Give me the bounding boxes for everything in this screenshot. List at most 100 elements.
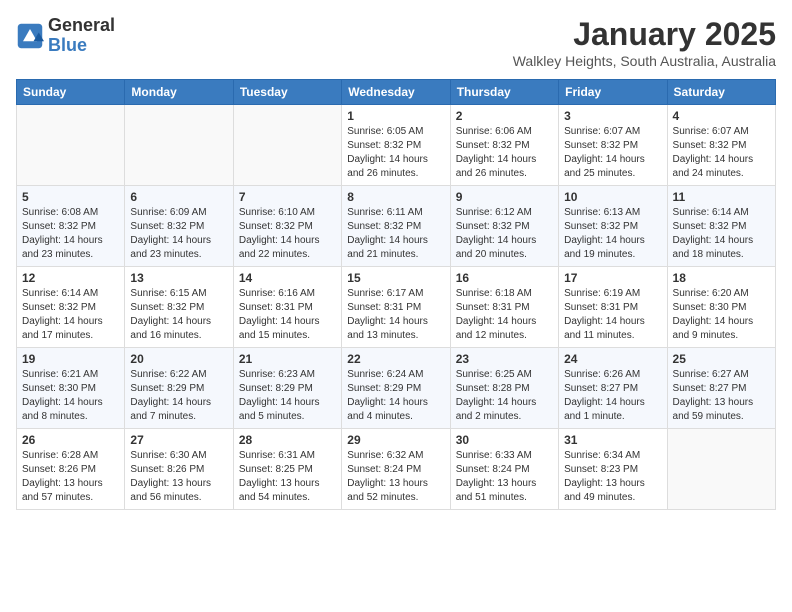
day-number: 10 bbox=[564, 190, 661, 204]
weekday-header: Thursday bbox=[450, 80, 558, 105]
day-info: Sunrise: 6:06 AMSunset: 8:32 PMDaylight:… bbox=[456, 125, 553, 181]
calendar-cell: 6Sunrise: 6:09 AMSunset: 8:32 PMDaylight… bbox=[125, 186, 233, 267]
day-info: Sunrise: 6:21 AMSunset: 8:30 PMDaylight:… bbox=[22, 368, 119, 424]
weekday-header: Tuesday bbox=[233, 80, 341, 105]
day-number: 4 bbox=[673, 109, 770, 123]
day-info: Sunrise: 6:30 AMSunset: 8:26 PMDaylight:… bbox=[130, 449, 227, 505]
calendar-cell: 16 Sunrise: 6:18 AMSunset: 8:31 PMDayligh… bbox=[450, 267, 558, 348]
day-number: 27 bbox=[130, 433, 227, 447]
day-number: 25 bbox=[673, 352, 770, 366]
day-info: Sunrise: 6:16 AMSunset: 8:31 PMDaylight:… bbox=[239, 287, 336, 343]
calendar-cell: 11Sunrise: 6:14 AMSunset: 8:32 PMDayligh… bbox=[667, 186, 775, 267]
calendar-cell bbox=[233, 105, 341, 186]
day-info: Sunrise: 6:28 AMSunset: 8:26 PMDaylight:… bbox=[22, 449, 119, 505]
weekday-header: Monday bbox=[125, 80, 233, 105]
calendar-cell: 18 Sunrise: 6:20 AMSunset: 8:30 PMDayligh… bbox=[667, 267, 775, 348]
calendar-cell: 22Sunrise: 6:24 AMSunset: 8:29 PMDayligh… bbox=[342, 348, 450, 429]
calendar-cell: 13 Sunrise: 6:15 AMSunset: 8:32 PMDayligh… bbox=[125, 267, 233, 348]
day-info: Sunrise: 6:26 AMSunset: 8:27 PMDaylight:… bbox=[564, 368, 661, 424]
day-number: 20 bbox=[130, 352, 227, 366]
day-number: 24 bbox=[564, 352, 661, 366]
calendar-cell: 14 Sunrise: 6:16 AMSunset: 8:31 PMDayligh… bbox=[233, 267, 341, 348]
calendar-cell: 24 Sunrise: 6:26 AMSunset: 8:27 PMDayligh… bbox=[559, 348, 667, 429]
day-number: 19 bbox=[22, 352, 119, 366]
calendar-cell: 23 Sunrise: 6:25 AMSunset: 8:28 PMDayligh… bbox=[450, 348, 558, 429]
calendar-cell: 27 Sunrise: 6:30 AMSunset: 8:26 PMDayligh… bbox=[125, 429, 233, 510]
calendar-cell bbox=[17, 105, 125, 186]
day-number: 3 bbox=[564, 109, 661, 123]
day-number: 11 bbox=[673, 190, 770, 204]
logo-general: General bbox=[48, 16, 115, 36]
calendar-cell: 7 Sunrise: 6:10 AMSunset: 8:32 PMDaylight… bbox=[233, 186, 341, 267]
day-number: 17 bbox=[564, 271, 661, 285]
day-info: Sunrise: 6:27 AMSunset: 8:27 PMDaylight:… bbox=[673, 368, 770, 424]
calendar-cell: 30 Sunrise: 6:33 AMSunset: 8:24 PMDayligh… bbox=[450, 429, 558, 510]
day-info: Sunrise: 6:09 AMSunset: 8:32 PMDaylight:… bbox=[130, 206, 227, 262]
day-info: Sunrise: 6:19 AMSunset: 8:31 PMDaylight:… bbox=[564, 287, 661, 343]
day-info: Sunrise: 6:15 AMSunset: 8:32 PMDaylight:… bbox=[130, 287, 227, 343]
calendar-cell: 10Sunrise: 6:13 AMSunset: 8:32 PMDayligh… bbox=[559, 186, 667, 267]
day-info: Sunrise: 6:11 AMSunset: 8:32 PMDaylight:… bbox=[347, 206, 444, 262]
day-info: Sunrise: 6:18 AMSunset: 8:31 PMDaylight:… bbox=[456, 287, 553, 343]
day-info: Sunrise: 6:34 AMSunset: 8:23 PMDaylight:… bbox=[564, 449, 661, 505]
logo: General Blue bbox=[16, 16, 115, 56]
day-info: Sunrise: 6:33 AMSunset: 8:24 PMDaylight:… bbox=[456, 449, 553, 505]
calendar-cell: 17 Sunrise: 6:19 AMSunset: 8:31 PMDayligh… bbox=[559, 267, 667, 348]
day-number: 22 bbox=[347, 352, 444, 366]
day-info: Sunrise: 6:23 AMSunset: 8:29 PMDaylight:… bbox=[239, 368, 336, 424]
weekday-header-row: SundayMondayTuesdayWednesdayThursdayFrid… bbox=[17, 80, 776, 105]
weekday-header: Wednesday bbox=[342, 80, 450, 105]
calendar-week-row: 5 Sunrise: 6:08 AMSunset: 8:32 PMDaylight… bbox=[17, 186, 776, 267]
page-header: General Blue January 2025 Walkley Height… bbox=[16, 16, 776, 69]
day-number: 12 bbox=[22, 271, 119, 285]
day-number: 30 bbox=[456, 433, 553, 447]
weekday-header: Friday bbox=[559, 80, 667, 105]
calendar-cell: 25 Sunrise: 6:27 AMSunset: 8:27 PMDayligh… bbox=[667, 348, 775, 429]
calendar-cell: 31Sunrise: 6:34 AMSunset: 8:23 PMDayligh… bbox=[559, 429, 667, 510]
title-block: January 2025 Walkley Heights, South Aust… bbox=[513, 16, 776, 69]
calendar-table: SundayMondayTuesdayWednesdayThursdayFrid… bbox=[16, 79, 776, 510]
day-number: 7 bbox=[239, 190, 336, 204]
calendar-cell: 28 Sunrise: 6:31 AMSunset: 8:25 PMDayligh… bbox=[233, 429, 341, 510]
day-number: 1 bbox=[347, 109, 444, 123]
day-info: Sunrise: 6:31 AMSunset: 8:25 PMDaylight:… bbox=[239, 449, 336, 505]
calendar-cell: 3 Sunrise: 6:07 AMSunset: 8:32 PMDaylight… bbox=[559, 105, 667, 186]
day-info: Sunrise: 6:20 AMSunset: 8:30 PMDaylight:… bbox=[673, 287, 770, 343]
weekday-header: Sunday bbox=[17, 80, 125, 105]
day-info: Sunrise: 6:05 AMSunset: 8:32 PMDaylight:… bbox=[347, 125, 444, 181]
day-number: 15 bbox=[347, 271, 444, 285]
day-number: 29 bbox=[347, 433, 444, 447]
calendar-cell: 26Sunrise: 6:28 AMSunset: 8:26 PMDayligh… bbox=[17, 429, 125, 510]
day-number: 14 bbox=[239, 271, 336, 285]
day-info: Sunrise: 6:25 AMSunset: 8:28 PMDaylight:… bbox=[456, 368, 553, 424]
day-number: 18 bbox=[673, 271, 770, 285]
calendar-cell: 1 Sunrise: 6:05 AMSunset: 8:32 PMDaylight… bbox=[342, 105, 450, 186]
day-info: Sunrise: 6:12 AMSunset: 8:32 PMDaylight:… bbox=[456, 206, 553, 262]
calendar-cell: 15Sunrise: 6:17 AMSunset: 8:31 PMDayligh… bbox=[342, 267, 450, 348]
day-info: Sunrise: 6:22 AMSunset: 8:29 PMDaylight:… bbox=[130, 368, 227, 424]
day-number: 16 bbox=[456, 271, 553, 285]
calendar-cell: 12Sunrise: 6:14 AMSunset: 8:32 PMDayligh… bbox=[17, 267, 125, 348]
day-info: Sunrise: 6:32 AMSunset: 8:24 PMDaylight:… bbox=[347, 449, 444, 505]
calendar-cell bbox=[667, 429, 775, 510]
calendar-cell bbox=[125, 105, 233, 186]
calendar-cell: 19 Sunrise: 6:21 AMSunset: 8:30 PMDayligh… bbox=[17, 348, 125, 429]
day-number: 13 bbox=[130, 271, 227, 285]
logo-text: General Blue bbox=[48, 16, 115, 56]
day-number: 5 bbox=[22, 190, 119, 204]
calendar-cell: 5 Sunrise: 6:08 AMSunset: 8:32 PMDaylight… bbox=[17, 186, 125, 267]
day-info: Sunrise: 6:07 AMSunset: 8:32 PMDaylight:… bbox=[673, 125, 770, 181]
calendar-cell: 29 Sunrise: 6:32 AMSunset: 8:24 PMDayligh… bbox=[342, 429, 450, 510]
calendar-week-row: 26Sunrise: 6:28 AMSunset: 8:26 PMDayligh… bbox=[17, 429, 776, 510]
calendar-cell: 9 Sunrise: 6:12 AMSunset: 8:32 PMDaylight… bbox=[450, 186, 558, 267]
day-info: Sunrise: 6:08 AMSunset: 8:32 PMDaylight:… bbox=[22, 206, 119, 262]
calendar-week-row: 1 Sunrise: 6:05 AMSunset: 8:32 PMDaylight… bbox=[17, 105, 776, 186]
calendar-week-row: 19 Sunrise: 6:21 AMSunset: 8:30 PMDayligh… bbox=[17, 348, 776, 429]
day-info: Sunrise: 6:10 AMSunset: 8:32 PMDaylight:… bbox=[239, 206, 336, 262]
weekday-header: Saturday bbox=[667, 80, 775, 105]
day-number: 28 bbox=[239, 433, 336, 447]
logo-blue: Blue bbox=[48, 36, 115, 56]
day-info: Sunrise: 6:07 AMSunset: 8:32 PMDaylight:… bbox=[564, 125, 661, 181]
day-number: 9 bbox=[456, 190, 553, 204]
day-number: 23 bbox=[456, 352, 553, 366]
